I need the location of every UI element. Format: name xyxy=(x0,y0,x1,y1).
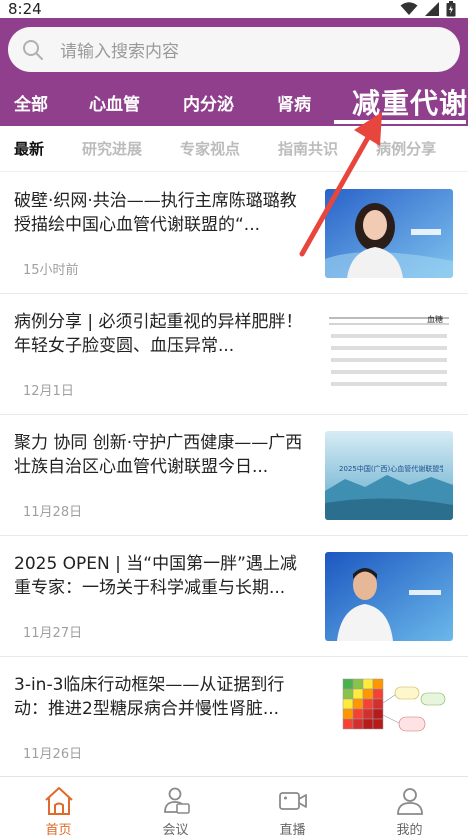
tab-meeting[interactable]: 会议 xyxy=(117,777,234,840)
wifi-icon xyxy=(400,2,418,15)
article-title: 破壁·织网·共治——执行主席陈璐璐教授描绘中国心血管代谢联盟的“... xyxy=(14,191,297,235)
status-bar: 8:24 xyxy=(0,0,468,18)
meeting-icon xyxy=(163,787,190,814)
list-item[interactable]: 破壁·织网·共治——执行主席陈璐璐教授描绘中国心血管代谢联盟的“... 15小时… xyxy=(0,173,468,294)
tab-live-label: 直播 xyxy=(279,823,306,838)
tab-meeting-label: 会议 xyxy=(162,823,189,838)
search-input[interactable]: 请输入搜索内容 xyxy=(8,27,460,72)
status-time: 8:24 xyxy=(8,0,42,18)
article-title: 病例分享 | 必须引起重视的异样肥胖！年轻女子脸变圆、血压异常... xyxy=(14,312,303,356)
tab-profile[interactable]: 我的 xyxy=(351,777,468,840)
article-title: 3-in-3临床行动框架——从证据到行动：推进2型糖尿病合并慢性肾脏... xyxy=(14,675,285,719)
subtab-case-sharing[interactable]: 病例分享 xyxy=(376,138,436,159)
category-tab-weight-loss-metabolism[interactable]: 减重代谢 xyxy=(352,82,468,122)
article-date: 11月28日 xyxy=(23,505,83,520)
search-placeholder: 请输入搜索内容 xyxy=(60,42,179,62)
article-date: 11月27日 xyxy=(23,626,83,641)
category-tab-nephrology[interactable]: 肾病 xyxy=(277,90,311,115)
thumbnail-text: 血糖 xyxy=(427,315,443,324)
article-date: 12月1日 xyxy=(23,384,74,399)
tab-home-label: 首页 xyxy=(45,823,72,838)
search-icon xyxy=(23,39,43,60)
tab-home[interactable]: 首页 xyxy=(0,777,117,840)
list-item[interactable]: 聚力 协同 创新·守护广西健康——广西壮族自治区心血管代谢联盟今日... 11月… xyxy=(0,415,468,536)
profile-icon xyxy=(396,788,423,815)
article-thumbnail: 2025中国(广西)心血管代谢联盟学术会议 xyxy=(325,431,453,520)
category-tab-all[interactable]: 全部 xyxy=(14,90,48,115)
battery-icon xyxy=(446,1,456,17)
article-thumbnail xyxy=(325,189,453,278)
article-thumbnail: 血糖 xyxy=(325,310,453,399)
article-title: 2025 OPEN | 当“中国第一胖”遇上减重专家：一场关于科学减重与长期..… xyxy=(14,554,297,598)
article-title: 聚力 协同 创新·守护广西健康——广西壮族自治区心血管代谢联盟今日... xyxy=(14,433,303,477)
category-tab-cardiovascular[interactable]: 心血管 xyxy=(89,90,140,115)
active-category-indicator xyxy=(334,120,466,124)
article-list: 破壁·织网·共治——执行主席陈璐璐教授描绘中国心血管代谢联盟的“... 15小时… xyxy=(0,173,468,778)
subtab-guidelines[interactable]: 指南共识 xyxy=(278,138,338,159)
list-item[interactable]: 2025 OPEN | 当“中国第一胖”遇上减重专家：一场关于科学减重与长期..… xyxy=(0,536,468,657)
header-bar: 请输入搜索内容 全部 心血管 内分泌 肾病 减重代谢 xyxy=(0,18,468,126)
subtab-research-progress[interactable]: 研究进展 xyxy=(82,138,142,159)
bottom-tab-bar: 首页 会议 直播 我的 xyxy=(0,776,468,840)
article-thumbnail xyxy=(325,673,453,762)
tab-profile-label: 我的 xyxy=(396,823,423,838)
subtabs: 最新 研究进展 专家视点 指南共识 病例分享 xyxy=(0,126,468,172)
tab-live[interactable]: 直播 xyxy=(234,777,351,840)
list-item[interactable]: 3-in-3临床行动框架——从证据到行动：推进2型糖尿病合并慢性肾脏... 11… xyxy=(0,657,468,778)
thumbnail-text: 2025中国(广西)心血管代谢联盟学术会议 xyxy=(339,465,443,473)
category-tabs: 全部 心血管 内分泌 肾病 减重代谢 xyxy=(0,84,468,124)
video-icon xyxy=(278,792,307,810)
article-date: 15小时前 xyxy=(23,263,79,278)
system-icons xyxy=(400,1,456,17)
subtab-expert-views[interactable]: 专家视点 xyxy=(180,138,240,159)
category-tab-endocrine[interactable]: 内分泌 xyxy=(183,90,234,115)
article-thumbnail xyxy=(325,552,453,641)
article-date: 11月26日 xyxy=(23,747,83,762)
signal-icon xyxy=(425,2,439,16)
list-item[interactable]: 病例分享 | 必须引起重视的异样肥胖！年轻女子脸变圆、血压异常... 12月1日… xyxy=(0,294,468,415)
home-icon xyxy=(44,787,73,815)
subtab-latest[interactable]: 最新 xyxy=(14,138,44,159)
